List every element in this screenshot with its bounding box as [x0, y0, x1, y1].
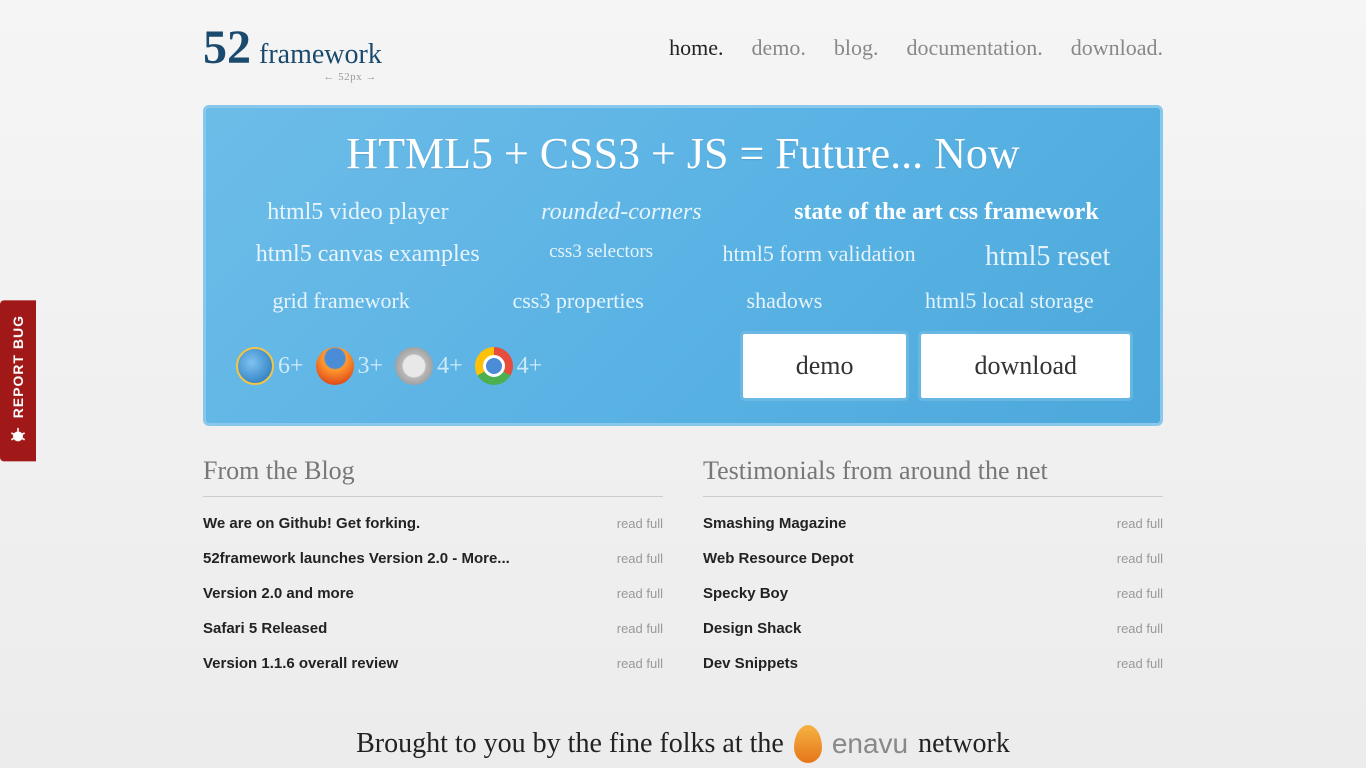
testimonials-heading: Testimonials from around the net	[703, 456, 1163, 497]
nav-demo[interactable]: demo.	[751, 35, 805, 61]
content-columns: From the Blog We are on Github! Get fork…	[203, 456, 1163, 690]
firefox-version: 3+	[358, 353, 384, 380]
feature-canvas: html5 canvas examples	[256, 241, 480, 273]
testimonial-title[interactable]: Web Resource Depot	[703, 550, 854, 567]
browser-safari: 4+	[395, 347, 463, 385]
logo-number: 52	[203, 20, 251, 75]
blog-item-title[interactable]: 52framework launches Version 2.0 - More.…	[203, 550, 510, 567]
testimonial-item: Design Shack read full	[703, 620, 1163, 637]
blog-item-title[interactable]: We are on Github! Get forking.	[203, 515, 420, 532]
hero-bottom-row: 6+ 3+ 4+ 4+ demo download	[236, 334, 1130, 398]
blog-item: Version 1.1.6 overall review read full	[203, 655, 663, 672]
nav-documentation[interactable]: documentation.	[906, 35, 1042, 61]
testimonial-title[interactable]: Design Shack	[703, 620, 801, 637]
logo-text: framework ← 52px →	[259, 39, 382, 71]
blog-item-title[interactable]: Safari 5 Released	[203, 620, 327, 637]
feature-form-validation: html5 form validation	[723, 241, 916, 273]
read-full-link[interactable]: read full	[1117, 656, 1163, 671]
features-row-1: html5 video player rounded-corners state…	[236, 199, 1130, 226]
main-nav: home. demo. blog. documentation. downloa…	[669, 35, 1163, 61]
chrome-icon	[475, 347, 513, 385]
testimonial-item: Smashing Magazine read full	[703, 515, 1163, 532]
logo[interactable]: 52 framework ← 52px →	[203, 20, 382, 75]
browser-chrome: 4+	[475, 347, 543, 385]
testimonial-title[interactable]: Smashing Magazine	[703, 515, 846, 532]
read-full-link[interactable]: read full	[1117, 621, 1163, 636]
feature-css-framework: state of the art css framework	[794, 199, 1099, 226]
footer-prefix: Brought to you by the fine folks at the	[356, 728, 784, 760]
blog-item-title[interactable]: Version 1.1.6 overall review	[203, 655, 398, 672]
chrome-version: 4+	[517, 353, 543, 380]
testimonial-item: Dev Snippets read full	[703, 655, 1163, 672]
nav-download[interactable]: download.	[1071, 35, 1163, 61]
report-bug-tab[interactable]: REPORT BUG	[0, 300, 36, 461]
ie-version: 6+	[278, 353, 304, 380]
blog-item-title[interactable]: Version 2.0 and more	[203, 585, 354, 602]
feature-rounded-corners: rounded-corners	[541, 199, 701, 226]
ie-icon	[236, 347, 274, 385]
feature-shadows: shadows	[747, 288, 823, 314]
nav-blog[interactable]: blog.	[834, 35, 879, 61]
footer-credit: Brought to you by the fine folks at the …	[203, 725, 1163, 763]
blog-item: We are on Github! Get forking. read full	[203, 515, 663, 532]
testimonial-title[interactable]: Dev Snippets	[703, 655, 798, 672]
header: 52 framework ← 52px → home. demo. blog. …	[203, 20, 1163, 75]
safari-version: 4+	[437, 353, 463, 380]
safari-icon	[395, 347, 433, 385]
blog-heading: From the Blog	[203, 456, 663, 497]
hero-title: HTML5 + CSS3 + JS = Future... Now	[236, 128, 1130, 179]
read-full-link[interactable]: read full	[617, 656, 663, 671]
browser-support: 6+ 3+ 4+ 4+	[236, 347, 542, 385]
footer-suffix: network	[918, 728, 1010, 760]
testimonial-item: Specky Boy read full	[703, 585, 1163, 602]
feature-css3-props: css3 properties	[512, 288, 643, 314]
read-full-link[interactable]: read full	[1117, 516, 1163, 531]
browser-ie: 6+	[236, 347, 304, 385]
nav-home[interactable]: home.	[669, 35, 723, 61]
logo-text-inner: framework	[259, 39, 382, 70]
enavu-brand[interactable]: enavu	[832, 728, 908, 760]
blog-item: Safari 5 Released read full	[203, 620, 663, 637]
hero-buttons: demo download	[743, 334, 1130, 398]
browser-firefox: 3+	[316, 347, 384, 385]
read-full-link[interactable]: read full	[1117, 551, 1163, 566]
testimonials-column: Testimonials from around the net Smashin…	[703, 456, 1163, 690]
feature-local-storage: html5 local storage	[925, 288, 1094, 314]
read-full-link[interactable]: read full	[617, 516, 663, 531]
enavu-flame-icon	[794, 725, 822, 763]
report-bug-label: REPORT BUG	[10, 315, 26, 418]
feature-css3-selectors: css3 selectors	[549, 241, 653, 273]
logo-subtext: ← 52px →	[323, 71, 377, 83]
demo-button[interactable]: demo	[743, 334, 907, 398]
download-button[interactable]: download	[921, 334, 1130, 398]
blog-column: From the Blog We are on Github! Get fork…	[203, 456, 663, 690]
hero-banner: HTML5 + CSS3 + JS = Future... Now html5 …	[203, 105, 1163, 426]
feature-grid: grid framework	[272, 288, 409, 314]
bug-icon	[8, 426, 28, 446]
testimonial-item: Web Resource Depot read full	[703, 550, 1163, 567]
feature-video-player: html5 video player	[267, 199, 448, 226]
features-row-2: html5 canvas examples css3 selectors htm…	[236, 241, 1130, 273]
blog-item: 52framework launches Version 2.0 - More.…	[203, 550, 663, 567]
read-full-link[interactable]: read full	[617, 586, 663, 601]
read-full-link[interactable]: read full	[1117, 586, 1163, 601]
firefox-icon	[316, 347, 354, 385]
read-full-link[interactable]: read full	[617, 621, 663, 636]
testimonial-title[interactable]: Specky Boy	[703, 585, 788, 602]
read-full-link[interactable]: read full	[617, 551, 663, 566]
features-row-3: grid framework css3 properties shadows h…	[236, 288, 1130, 314]
feature-html5-reset: html5 reset	[985, 241, 1110, 273]
blog-item: Version 2.0 and more read full	[203, 585, 663, 602]
